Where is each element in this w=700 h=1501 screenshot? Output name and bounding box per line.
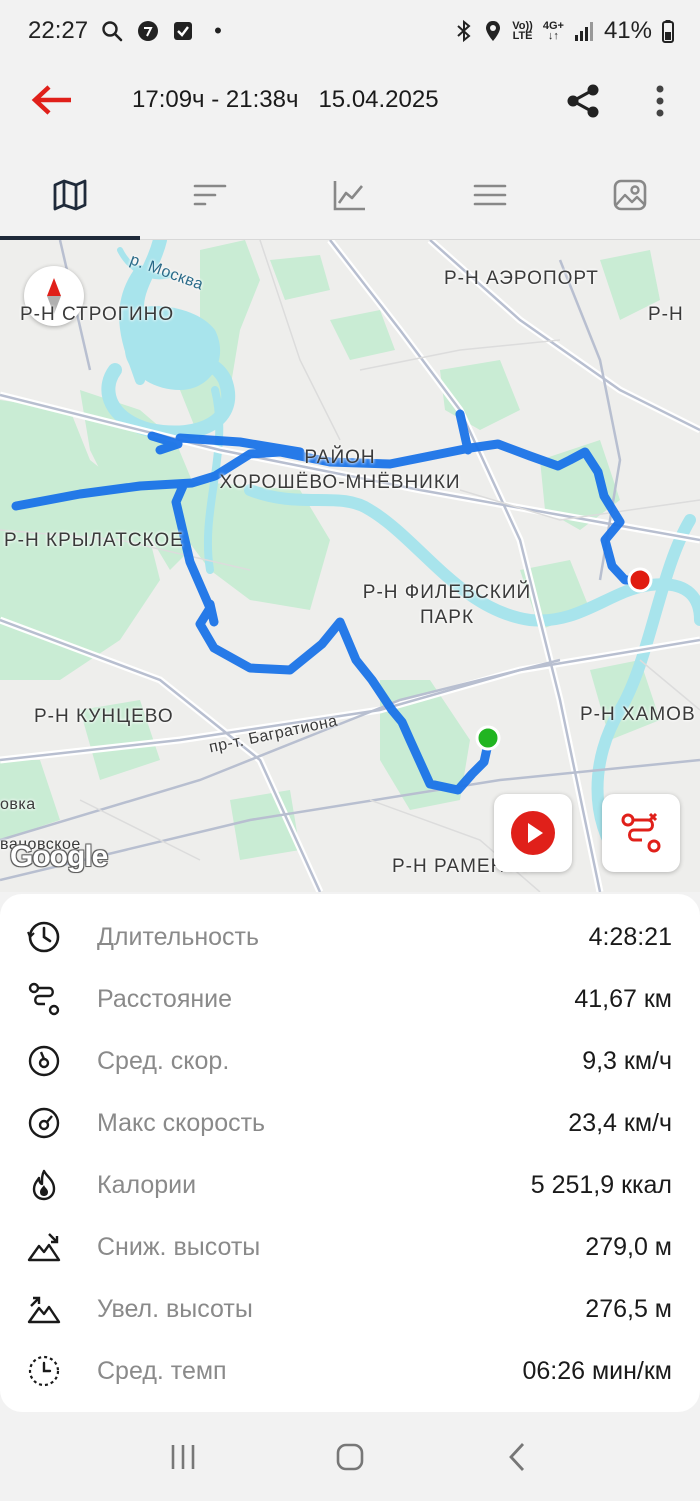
stat-label: Макс скорость bbox=[97, 1108, 266, 1137]
descent-icon bbox=[26, 1229, 62, 1265]
back-button[interactable] bbox=[30, 80, 74, 120]
status-dot: • bbox=[214, 18, 222, 43]
network-indicator: 4G+ ↓↑ bbox=[542, 20, 564, 42]
stat-row-max-speed: Макс скорость 23,4 км/ч bbox=[0, 1092, 700, 1154]
signal-icon bbox=[574, 20, 594, 42]
activity-date: 15.04.2025 bbox=[318, 86, 439, 113]
max-speed-icon bbox=[26, 1105, 62, 1141]
stat-label: Длительность bbox=[97, 922, 260, 951]
volte-indicator: Vo)) LTE bbox=[512, 20, 533, 42]
stats-card: Длительность 4:28:21 Расстояние 41,67 км… bbox=[0, 894, 700, 1412]
stat-row-calories: Калории 5 251,9 ккал bbox=[0, 1154, 700, 1216]
stat-value: 276,5 м bbox=[585, 1294, 672, 1323]
stat-row-avg-speed: Сред. скор. 9,3 км/ч bbox=[0, 1030, 700, 1092]
pace-icon bbox=[26, 1353, 62, 1389]
map-label-kuntsevo: Р-Н КУНЦЕВО bbox=[34, 706, 174, 727]
bars-icon bbox=[193, 184, 227, 205]
play-icon bbox=[511, 811, 555, 855]
share-icon bbox=[567, 84, 599, 118]
photo-icon bbox=[613, 179, 647, 210]
stat-value: 41,67 км bbox=[574, 984, 672, 1013]
stat-row-distance: Расстояние 41,67 км bbox=[0, 968, 700, 1030]
tab-photos[interactable] bbox=[560, 150, 700, 239]
status-left: 22:27 • bbox=[28, 17, 222, 45]
stat-label: Сниж. высоты bbox=[97, 1232, 261, 1261]
status-time: 22:27 bbox=[28, 17, 89, 44]
stat-label: Увел. высоты bbox=[97, 1294, 253, 1323]
tab-map[interactable] bbox=[0, 150, 140, 240]
back-arrow-icon bbox=[31, 85, 71, 115]
clock-icon bbox=[26, 919, 62, 955]
battery-icon bbox=[662, 19, 674, 43]
tab-chart[interactable] bbox=[280, 150, 420, 239]
stat-value: 4:28:21 bbox=[588, 922, 672, 951]
map-label-aeroport: Р-Н АЭРОПОРТ bbox=[444, 268, 599, 289]
app-bar: 17:09ч - 21:38ч 15.04.2025 bbox=[0, 62, 700, 140]
route-icon bbox=[621, 812, 661, 853]
menu-icon bbox=[473, 184, 507, 205]
time-range: 17:09ч - 21:38ч bbox=[132, 86, 299, 113]
stat-row-descent: Сниж. высоты 279,0 м bbox=[0, 1216, 700, 1278]
map-label-rn-right: Р-Н bbox=[648, 304, 684, 325]
stat-label: Калории bbox=[97, 1170, 197, 1199]
page-title: 17:09ч - 21:38ч 15.04.2025 bbox=[132, 86, 439, 114]
map-icon bbox=[53, 179, 87, 210]
play-route-button[interactable] bbox=[494, 794, 572, 872]
checkbox-icon bbox=[172, 20, 194, 42]
google-logo: Google bbox=[10, 840, 108, 873]
stat-value: 23,4 км/ч bbox=[568, 1108, 672, 1137]
map-background bbox=[0, 240, 700, 892]
stat-row-duration: Длительность 4:28:21 bbox=[0, 906, 700, 968]
share-button[interactable] bbox=[562, 80, 604, 122]
flame-icon bbox=[26, 1167, 62, 1203]
map-label-khoroshevo: РАЙОН ХОРОШЁВО-МНЁВНИКИ bbox=[219, 447, 461, 493]
route-mode-button[interactable] bbox=[602, 794, 680, 872]
stat-value: 5 251,9 ккал bbox=[530, 1170, 672, 1199]
tab-splits[interactable] bbox=[140, 150, 280, 239]
map-label-khamov: Р-Н ХАМОВ bbox=[580, 704, 696, 725]
stat-row-pace: Сред. темп 06:26 мин/км bbox=[0, 1340, 700, 1402]
route-icon bbox=[26, 981, 62, 1017]
stat-label: Сред. скор. bbox=[97, 1046, 230, 1075]
stat-value: 279,0 м bbox=[585, 1232, 672, 1261]
home-icon bbox=[336, 1443, 364, 1470]
more-vert-icon bbox=[656, 85, 664, 117]
map-view[interactable]: р. Москва Р-Н АЭРОПОРТ Р-Н СТРОГИНО Р-Н … bbox=[0, 240, 700, 892]
map-label-filevsky: Р-Н ФИЛЕВСКИЙ ПАРК bbox=[362, 582, 532, 628]
map-label-strogino: Р-Н СТРОГИНО bbox=[20, 304, 175, 325]
ascent-icon bbox=[26, 1291, 62, 1327]
map-label-krylatskoe: Р-Н КРЫЛАТСКОЕ bbox=[4, 530, 184, 551]
stat-row-ascent: Увел. высоты 276,5 м bbox=[0, 1278, 700, 1340]
stat-label: Расстояние bbox=[97, 984, 233, 1013]
recent-apps-icon bbox=[172, 1444, 195, 1469]
status-right: Vo)) LTE 4G+ ↓↑ 41% bbox=[454, 17, 674, 45]
bluetooth-icon bbox=[454, 19, 474, 43]
finish-marker bbox=[627, 567, 653, 593]
stat-label: Сред. темп bbox=[97, 1356, 227, 1385]
app-icon bbox=[136, 19, 160, 43]
more-options-button[interactable] bbox=[640, 80, 680, 122]
stat-value: 9,3 км/ч bbox=[582, 1046, 672, 1075]
speedometer-icon bbox=[26, 1043, 62, 1079]
search-icon bbox=[100, 19, 124, 43]
map-label-ovka: овка bbox=[0, 796, 36, 813]
status-bar: 22:27 • Vo)) LTE 4G+ ↓↑ 41% bbox=[0, 0, 700, 62]
home-button[interactable] bbox=[305, 1427, 395, 1487]
start-marker bbox=[475, 725, 501, 751]
recent-apps-button[interactable] bbox=[138, 1427, 228, 1487]
chevron-left-icon bbox=[508, 1442, 524, 1471]
chart-icon bbox=[333, 180, 365, 210]
system-nav-bar bbox=[0, 1412, 700, 1501]
stat-value: 06:26 мин/км bbox=[522, 1356, 672, 1385]
system-back-button[interactable] bbox=[472, 1427, 562, 1487]
location-icon bbox=[484, 19, 502, 43]
tab-bar bbox=[0, 150, 700, 240]
battery-level: 41% bbox=[603, 17, 652, 44]
tab-list[interactable] bbox=[420, 150, 560, 239]
